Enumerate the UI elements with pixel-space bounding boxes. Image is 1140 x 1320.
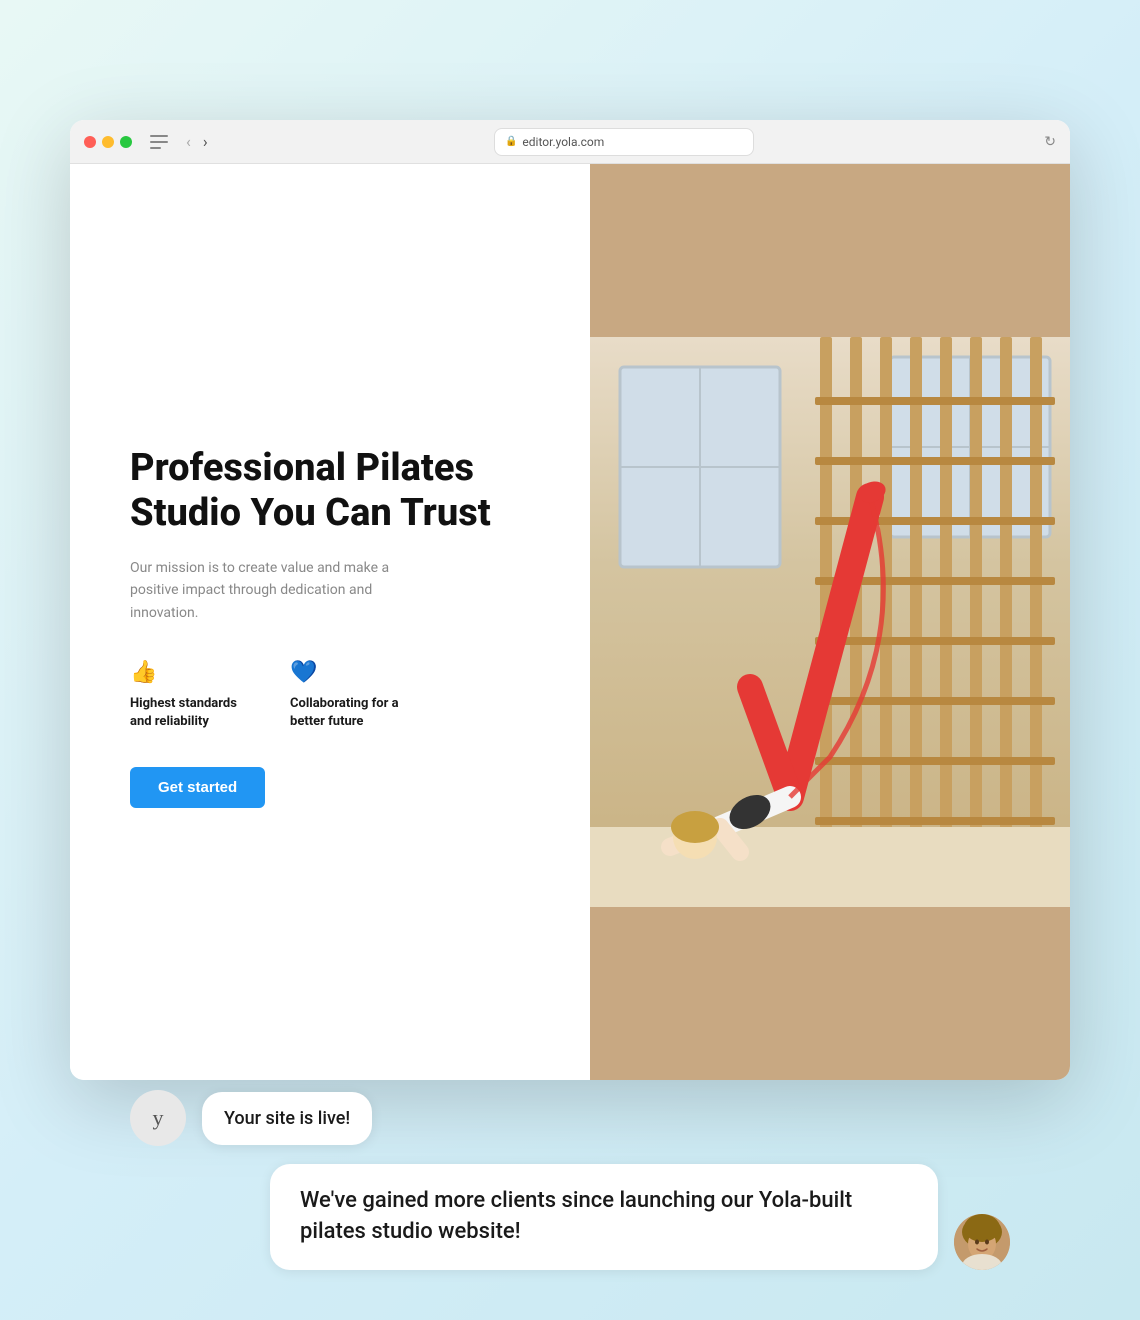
address-bar-wrap: 🔒 editor.yola.com <box>262 128 987 156</box>
yola-avatar-letter: y <box>153 1105 164 1131</box>
incoming-bubble: Your site is live! <box>202 1092 372 1145</box>
chat-section: y Your site is live! We've gained more c… <box>70 1040 1070 1320</box>
browser-toolbar: ‹ › 🔒 editor.yola.com ↻ <box>70 120 1070 164</box>
nav-arrows: ‹ › <box>182 130 212 153</box>
website-content: Professional Pilates Studio You Can Trus… <box>70 164 1070 1080</box>
forward-button[interactable]: › <box>199 130 212 153</box>
user-avatar <box>954 1214 1010 1270</box>
lock-icon: 🔒 <box>505 136 517 147</box>
browser-window: ‹ › 🔒 editor.yola.com ↻ Professional Pil… <box>70 120 1070 1080</box>
heart-icon: 💙 <box>290 660 410 685</box>
address-bar[interactable]: 🔒 editor.yola.com <box>494 128 754 156</box>
feature-item-standards: 👍 Highest standards and reliability <box>130 660 250 731</box>
traffic-lights <box>84 136 132 148</box>
hero-image <box>590 164 1070 1080</box>
feature-label-standards: Highest standards and reliability <box>130 695 250 731</box>
sidebar-toggle-button[interactable] <box>150 135 168 149</box>
traffic-light-red[interactable] <box>84 136 96 148</box>
hero-title: Professional Pilates Studio You Can Trus… <box>130 446 540 537</box>
outgoing-bubble: We've gained more clients since launchin… <box>270 1164 938 1270</box>
traffic-light-green[interactable] <box>120 136 132 148</box>
traffic-light-yellow[interactable] <box>102 136 114 148</box>
back-button[interactable]: ‹ <box>182 130 195 153</box>
yola-avatar: y <box>130 1090 186 1146</box>
get-started-button[interactable]: Get started <box>130 767 265 808</box>
hero-subtitle: Our mission is to create value and make … <box>130 557 390 624</box>
incoming-message-text: Your site is live! <box>224 1108 350 1129</box>
user-avatar-image <box>954 1214 1010 1270</box>
reload-button[interactable]: ↻ <box>1044 134 1056 150</box>
hero-left-panel: Professional Pilates Studio You Can Trus… <box>70 164 590 1080</box>
hero-right-panel <box>590 164 1070 1080</box>
feature-label-collaborating: Collaborating for a better future <box>290 695 410 731</box>
incoming-message: y Your site is live! <box>130 1090 470 1146</box>
feature-item-collaborating: 💙 Collaborating for a better future <box>290 660 410 731</box>
outgoing-message: We've gained more clients since launchin… <box>270 1164 1010 1270</box>
outgoing-message-text: We've gained more clients since launchin… <box>300 1188 852 1244</box>
features-row: 👍 Highest standards and reliability 💙 Co… <box>130 660 540 731</box>
thumbsup-icon: 👍 <box>130 660 250 685</box>
url-text: editor.yola.com <box>522 135 604 149</box>
